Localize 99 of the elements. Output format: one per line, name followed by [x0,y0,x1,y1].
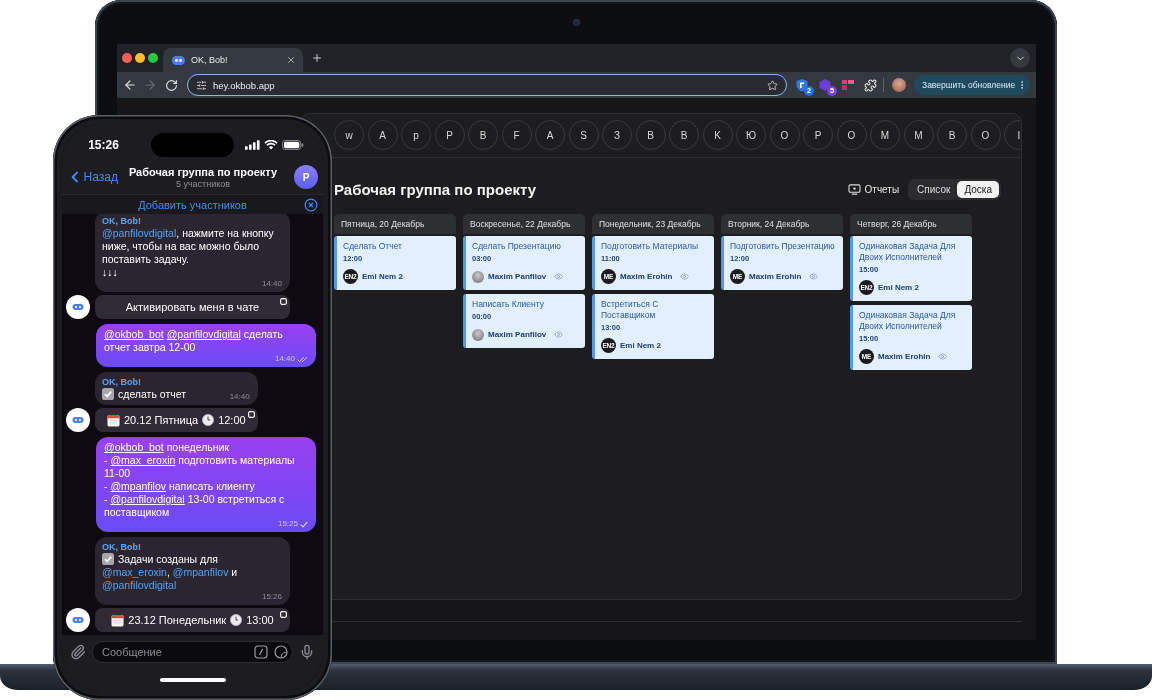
task-title: Одинаковая Задача Для Двоих Исполнителей [859,241,957,263]
window-close-icon[interactable] [122,53,132,63]
paperclip-icon[interactable] [70,644,86,660]
assignee-name: Maxim Erohin [620,272,673,281]
add-members-link[interactable]: Добавить участников [138,198,247,211]
message-text: @okbob_bot понедельник - @max_eroxin подготовить материалы 11-00 - @mpanfilov написать клиенту - @panfilovdigital 13-00 встретиться с поставщиком [104,441,295,518]
update-button[interactable]: Завершить обновление [914,75,1031,95]
slash-icon[interactable] [254,645,268,659]
group-avatar[interactable]: Р [294,165,318,189]
task-title: Подготовить Материалы [601,241,700,252]
column-header: Вторник, 24 Декабрь [721,214,843,234]
sliders-icon[interactable] [196,79,207,91]
inline-button[interactable]: 23.12 Понедельник 13:00 [95,608,290,632]
inline-button[interactable]: 20.12 Пятница 12:00 [95,408,258,432]
mention-link[interactable]: @panfilovdigital [110,493,185,505]
back-arrow-icon[interactable] [123,78,137,92]
star-icon[interactable] [767,79,778,91]
webcam-icon [574,19,579,25]
hexagon-icon[interactable] [818,78,832,92]
monitor-icon [847,183,861,195]
bot-avatar-icon[interactable] [66,408,90,432]
reports-button[interactable]: Отчеты [847,183,900,195]
close-icon[interactable] [304,197,318,212]
chat-title: Рабочая группа по проекту [128,164,278,179]
mention-link[interactable]: @okbob_bot [104,441,164,453]
avatar-icon [472,270,484,283]
square-icon [247,411,255,418]
sender-name: OK, Bob! [102,541,142,553]
sender-name: OK, Bob! [102,215,142,227]
task-title: Подготовить Презентацию [730,241,836,252]
reload-icon[interactable] [165,78,178,92]
message-text: @okbob_bot @panfilovdigital сделать отчет завтра 12-00 [104,328,283,353]
message-time: 14:40 [261,279,282,289]
sender-name: OK, Bob! [102,376,142,388]
column-header: Пятница, 20 Декабрь [334,214,456,234]
assignee-name: Maxim Erohin [878,352,931,361]
message-text: сделать отчет [118,388,186,400]
task-title: Сделать Презентацию [472,241,562,252]
close-icon[interactable] [286,55,296,65]
status-time: 15:26 [88,138,119,152]
column-header: Воскресенье, 22 Декабрь [463,214,585,234]
bot-avatar-icon[interactable] [66,608,90,632]
square-icon [280,298,287,305]
message-time: 15:25 [277,519,298,529]
home-indicator [159,678,226,682]
clock-icon [202,414,215,426]
tab-list-button[interactable] [1010,48,1030,68]
task-title: Встретиться С Поставщиком [601,299,660,321]
shield-icon[interactable] [795,78,809,92]
assignee-name: Emi Nem 2 [620,341,661,350]
message-text: @panfilovdigital, нажмите на кнопку ниже, чтобы на вас можно было поставить задачу. ↓↓↓ [102,227,274,278]
assignee-name: Emi Nem 2 [878,283,919,292]
assignee-name: Maxim Erohin [749,272,802,281]
message-time: 14:40 [229,392,250,402]
task-title: Написать Клиенту [472,299,545,310]
message-time: 14:40 [274,354,295,364]
mention-link[interactable]: @max_eroxin [110,454,176,466]
inline-button[interactable]: Активировать меня в чате [95,295,290,319]
plus-icon[interactable] [311,52,323,64]
clock-icon [230,614,243,626]
mention-link[interactable]: @panfilovdigital [102,579,177,591]
calendar-icon [111,613,125,627]
mention-link[interactable]: @mpanfilov [110,480,167,492]
view-tab[interactable]: Доска [957,180,999,198]
calendar-icon [107,413,120,427]
wifi-icon [264,140,278,150]
square-icon [280,611,287,618]
task-title: Сделать Отчет [343,241,403,252]
browser-tab[interactable]: OK, Bob! [163,48,303,72]
column-header: Понедельник, 23 Декабрь [592,214,714,234]
message-time: 15:26 [261,592,282,602]
task-title: Одинаковая Задача Для Двоих Исполнителей [859,310,957,332]
signal-icon [245,140,260,150]
bot-avatar-icon[interactable] [66,295,90,319]
sticker-icon[interactable] [274,645,288,659]
view-tab[interactable]: Список [910,180,958,198]
mention-link[interactable]: @mpanfilov [172,566,229,578]
column-header: Четверг, 26 Декабрь [850,214,972,234]
member-count: 5 участников [175,178,231,190]
assignee-name: Maxim Panfilov [488,272,547,281]
assignee-name: Maxim Panfilov [488,330,547,339]
avatar-icon[interactable] [892,78,906,92]
microphone-icon[interactable] [299,644,315,660]
window-minimize-icon[interactable] [135,53,145,63]
mention-link[interactable]: @max_eroxin [102,566,167,578]
board-title: Рабочая группа по проекту [334,180,538,198]
avatar-icon [472,328,484,341]
assignee-name: Emi Nem 2 [362,272,403,281]
puzzle-icon[interactable] [864,78,877,92]
message-text: Задачи созданы для @max_eroxin, @mpanfilov и @panfilovdigital [102,553,238,591]
grid-icon[interactable] [841,78,855,92]
battery-icon [282,140,304,150]
address-bar[interactable]: hey.okbob.app [187,74,787,96]
robot-icon [172,55,185,65]
back-button[interactable]: Назад [66,168,118,186]
mention-link[interactable]: @okbob_bot [104,328,164,340]
mention-link[interactable]: @panfilovdigital [166,328,241,340]
message-field[interactable]: Сообщение [92,641,293,663]
window-zoom-icon[interactable] [148,53,158,63]
